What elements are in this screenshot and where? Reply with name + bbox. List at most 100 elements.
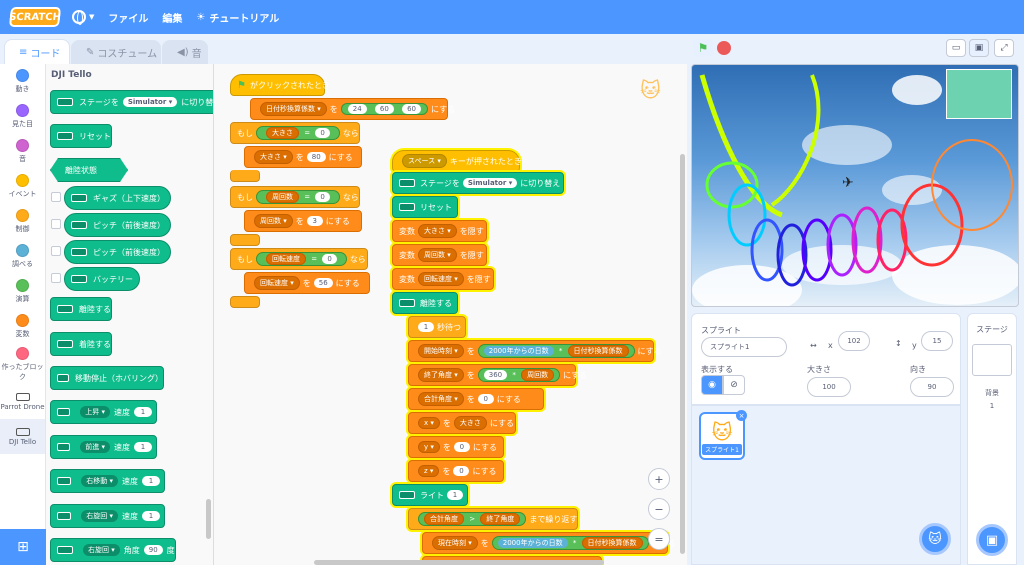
category-myblocks[interactable]: 作ったブロック xyxy=(0,344,45,384)
stop-button[interactable] xyxy=(717,41,731,55)
reset-block[interactable]: リセット xyxy=(392,196,458,218)
palette-reporter-pitch2[interactable]: ピッチ（前後速度） xyxy=(64,240,171,264)
checkbox-pitch1[interactable] xyxy=(51,219,61,229)
palette-reporter-gyro[interactable]: ギャズ（上下速度） xyxy=(64,186,171,210)
equals-operator[interactable]: 周回数 = 0 xyxy=(256,190,340,204)
number-input[interactable]: 1 xyxy=(418,322,434,332)
number-input[interactable]: 0 xyxy=(315,128,330,138)
palette-reporter-pitch1[interactable]: ピッチ（前後速度） xyxy=(64,213,171,237)
choose-sprite-button[interactable]: 🐱 xyxy=(919,523,951,555)
palette-block-forward[interactable]: 前進 ▾ 速度 1 xyxy=(50,435,157,459)
show-hidden-button[interactable]: ⊘ xyxy=(723,375,745,395)
palette-block-right[interactable]: 右移動 ▾ 速度 1 xyxy=(50,469,165,493)
variable-reporter[interactable]: 周回数 xyxy=(266,191,299,203)
script-workspace[interactable]: ⚑ がクリックされたとき 日付秒換算係数 ▾ を 24 60 60 にする もし… xyxy=(214,64,687,565)
variable-reporter[interactable]: 大きさ xyxy=(453,416,487,430)
choose-backdrop-button[interactable]: ▣ xyxy=(976,524,1008,556)
palette-block-reset[interactable]: リセット xyxy=(50,124,112,148)
palette-block-takeoff[interactable]: 離陸する xyxy=(50,297,112,321)
variable-reporter[interactable]: 大きさ xyxy=(266,127,299,139)
variable-dropdown[interactable]: 終了角度 ▾ xyxy=(418,368,464,382)
speed-input[interactable]: 1 xyxy=(134,442,152,452)
days-since-2000-reporter[interactable]: 2000年からの日数 xyxy=(497,538,568,548)
palette-block-hover[interactable]: 移動停止（ホバリング） xyxy=(50,366,164,390)
stage-dropdown[interactable]: Simulator ▾ xyxy=(462,178,518,188)
variable-reporter[interactable]: 回転速度 xyxy=(266,253,306,265)
set-rotation-block[interactable]: 回転速度 ▾ を 56 にする xyxy=(244,272,370,294)
category-events[interactable]: イベント xyxy=(0,169,45,204)
checkbox-gyro[interactable] xyxy=(51,192,61,202)
number-input[interactable]: 0 xyxy=(315,192,330,202)
speed-input[interactable]: 1 xyxy=(142,511,160,521)
stage-dropdown[interactable]: Simulator ▾ xyxy=(122,97,178,107)
equals-operator[interactable]: 大きさ = 0 xyxy=(256,126,340,140)
direction-dropdown[interactable]: 前進 ▾ xyxy=(80,441,110,453)
tab-code[interactable]: ≡ コード xyxy=(4,39,70,65)
set-start-time-block[interactable]: 開始時刻 ▾ を 2000年からの日数 * 日付秒換算係数 にする xyxy=(408,340,662,362)
checkbox-pitch2[interactable] xyxy=(51,246,61,256)
number-input[interactable]: 1 xyxy=(447,490,463,500)
workspace-vscrollbar[interactable] xyxy=(680,154,685,554)
tab-costumes[interactable]: ✎ コスチューム xyxy=(71,40,161,64)
hide-variable-cycle[interactable]: 変数 周回数 ▾ を隠す xyxy=(392,244,487,266)
category-motion[interactable]: 動き xyxy=(0,64,45,99)
scratch-logo[interactable]: SCRATCH xyxy=(9,7,61,27)
wait-block[interactable]: 1 秒待つ xyxy=(408,316,466,338)
variable-reporter[interactable]: 日付秒換算係数 xyxy=(581,537,643,549)
checkbox-battery[interactable] xyxy=(51,273,61,283)
speed-input[interactable]: 1 xyxy=(142,476,160,486)
small-stage-button[interactable]: ▭ xyxy=(946,39,966,57)
number-input[interactable]: 360 xyxy=(483,370,508,380)
y-input[interactable]: 15 xyxy=(921,331,953,351)
zoom-reset-button[interactable]: = xyxy=(648,528,670,550)
palette-block-rotate[interactable]: 右旋回 ▾ 速度 1 xyxy=(50,504,165,528)
light-block[interactable]: ライト 1 xyxy=(392,484,468,506)
number-input[interactable]: 60 xyxy=(374,104,394,114)
key-dropdown[interactable]: スペース ▾ xyxy=(402,154,447,168)
if-block-2[interactable]: もし 周回数 = 0 なら xyxy=(230,186,360,208)
multiply-operator[interactable]: 2000年からの日数 * 日付秒換算係数 xyxy=(491,536,649,550)
number-input[interactable]: 24 xyxy=(347,104,367,114)
number-input[interactable]: 0 xyxy=(453,442,470,452)
variable-dropdown[interactable]: 回転速度 ▾ xyxy=(418,272,464,286)
variable-dropdown[interactable]: y ▾ xyxy=(418,441,440,453)
direction-dropdown[interactable]: 右移動 ▾ xyxy=(81,475,118,487)
drone-sprite[interactable]: ✈ xyxy=(842,175,868,191)
variable-reporter[interactable]: 周回数 xyxy=(521,369,555,381)
fullscreen-button[interactable]: ⤢ xyxy=(994,39,1014,57)
variable-dropdown[interactable]: 大きさ ▾ xyxy=(254,150,293,164)
rotation-dropdown[interactable]: 右旋回 ▾ xyxy=(83,544,120,556)
variable-dropdown[interactable]: z ▾ xyxy=(418,465,440,477)
set-now-time-block[interactable]: 現在時刻 ▾ を 2000年からの日数 * 日付秒換算係数 にする xyxy=(422,532,676,554)
category-sensing[interactable]: 調べる xyxy=(0,239,45,274)
palette-block-switch-stage[interactable]: ステージを Simulator ▾ に切り替え xyxy=(50,90,213,114)
category-operators[interactable]: 演算 xyxy=(0,274,45,309)
variable-reporter[interactable]: 終了角度 xyxy=(480,513,521,525)
if-block-1[interactable]: もし 大きさ = 0 なら xyxy=(230,122,360,144)
large-stage-button[interactable]: ▣ xyxy=(969,39,989,57)
palette-block-land[interactable]: 着陸する xyxy=(50,332,112,356)
if-block-3[interactable]: もし 回転速度 = 0 なら xyxy=(230,248,368,270)
variable-dropdown[interactable]: 周回数 ▾ xyxy=(418,248,457,262)
takeoff-block[interactable]: 離陸する xyxy=(392,292,458,314)
multiply-operator[interactable]: 2000年からの日数 * 日付秒換算係数 xyxy=(477,344,635,358)
file-menu[interactable]: ファイル xyxy=(108,10,148,25)
number-input[interactable]: 60 xyxy=(402,104,421,114)
zoom-in-button[interactable]: + xyxy=(648,468,670,490)
palette-reporter-battery[interactable]: バッテリー xyxy=(64,267,140,291)
hide-variable-size[interactable]: 変数 大きさ ▾ を隠す xyxy=(392,220,487,242)
sprite-name-input[interactable]: スプライト1 xyxy=(701,337,787,357)
greater-than-operator[interactable]: 合計角度 > 終了角度 xyxy=(418,512,527,526)
set-z-block[interactable]: z ▾ を 0 にする xyxy=(408,460,504,482)
variable-dropdown[interactable]: 開始時刻 ▾ xyxy=(418,344,464,358)
category-parrot-drone[interactable]: Parrot Drone xyxy=(0,384,45,419)
switch-stage-block[interactable]: ステージを Simulator ▾ に切り替え xyxy=(392,172,564,194)
variable-dropdown[interactable]: x ▾ xyxy=(418,417,440,429)
multiply-operator[interactable]: 24 60 60 xyxy=(340,103,428,115)
size-input[interactable]: 100 xyxy=(807,377,851,397)
green-flag-button[interactable]: ⚑ xyxy=(693,39,713,57)
workspace-hscrollbar[interactable] xyxy=(314,560,604,565)
number-input[interactable]: 56 xyxy=(313,278,333,288)
category-looks[interactable]: 見た目 xyxy=(0,99,45,134)
category-variables[interactable]: 変数 xyxy=(0,309,45,344)
